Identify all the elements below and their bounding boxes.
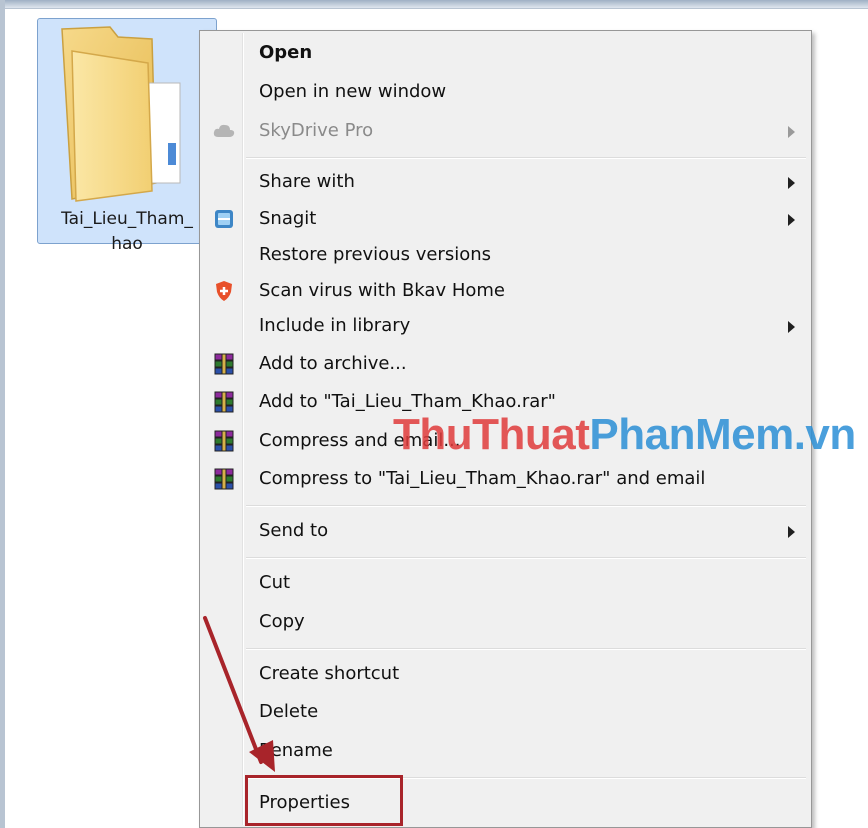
menu-label-compress-rar-email: Compress to "Tai_Lieu_Tham_Khao.rar" and… (259, 468, 706, 489)
menu-label-snagit: Snagit (259, 208, 317, 229)
submenu-arrow-icon (788, 321, 795, 333)
menu-item-delete[interactable]: Delete (200, 695, 811, 729)
selected-folder[interactable]: Tai_Lieu_Tham_ hao (37, 18, 217, 254)
submenu-arrow-icon (788, 177, 795, 189)
submenu-arrow-icon (788, 214, 795, 226)
menu-label-skydrive-pro: SkyDrive Pro (259, 120, 374, 141)
folder-name: Tai_Lieu_Tham_ hao (42, 207, 212, 257)
menu-label-send-to: Send to (259, 520, 329, 541)
winrar-icon (214, 353, 234, 375)
menu-item-snagit[interactable]: Snagit (200, 202, 811, 236)
menu-item-include-in-library[interactable]: Include in library (200, 309, 811, 343)
menu-item-add-to-archive[interactable]: Add to archive... (200, 347, 811, 381)
menu-item-share-with[interactable]: Share with (200, 165, 811, 199)
menu-label-open-new-window: Open in new window (259, 81, 447, 102)
annotation-arrow-icon (203, 616, 275, 772)
menu-item-open[interactable]: Open (200, 36, 811, 70)
menu-label-scan-virus: Scan virus with Bkav Home (259, 280, 505, 301)
menu-label-restore: Restore previous versions (259, 244, 492, 265)
menu-separator (246, 505, 806, 507)
menu-item-open-new-window[interactable]: Open in new window (200, 75, 811, 109)
menu-separator (246, 648, 806, 650)
window-left-border (0, 0, 5, 828)
menu-label-include-library: Include in library (259, 315, 411, 336)
watermark: ThuThuatPhanMem.vn (393, 410, 856, 460)
winrar-icon (214, 468, 234, 490)
bkav-shield-icon (216, 281, 232, 301)
watermark-part2: PhanMem.vn (589, 410, 856, 459)
menu-item-scan-virus[interactable]: Scan virus with Bkav Home (200, 274, 811, 308)
menu-label-cut: Cut (259, 572, 291, 593)
menu-label-share-with: Share with (259, 171, 355, 192)
window-top-border (0, 0, 868, 9)
menu-item-rename[interactable]: Rename (200, 734, 811, 768)
winrar-icon (214, 391, 234, 413)
menu-item-copy[interactable]: Copy (200, 605, 811, 639)
snagit-icon (215, 210, 233, 228)
folder-name-line1: Tai_Lieu_Tham_ (61, 209, 193, 229)
menu-item-compress-to-rar-and-email[interactable]: Compress to "Tai_Lieu_Tham_Khao.rar" and… (200, 462, 811, 496)
submenu-arrow-icon (788, 526, 795, 538)
winrar-icon (214, 430, 234, 452)
menu-item-create-shortcut[interactable]: Create shortcut (200, 657, 811, 691)
folder-icon (61, 26, 181, 202)
submenu-arrow-icon (788, 126, 795, 138)
properties-highlight-box (245, 775, 403, 826)
menu-separator (246, 157, 806, 159)
menu-label-add-archive: Add to archive... (259, 353, 407, 374)
menu-item-restore-previous-versions[interactable]: Restore previous versions (200, 238, 811, 272)
cloud-icon (213, 124, 235, 137)
menu-label-open: Open (259, 42, 313, 63)
watermark-part1: ThuThuat (393, 410, 590, 459)
folder-name-line2: hao (111, 234, 143, 254)
menu-item-cut[interactable]: Cut (200, 566, 811, 600)
menu-item-skydrive-pro[interactable]: SkyDrive Pro (200, 114, 811, 148)
menu-item-send-to[interactable]: Send to (200, 514, 811, 548)
menu-separator (246, 557, 806, 559)
